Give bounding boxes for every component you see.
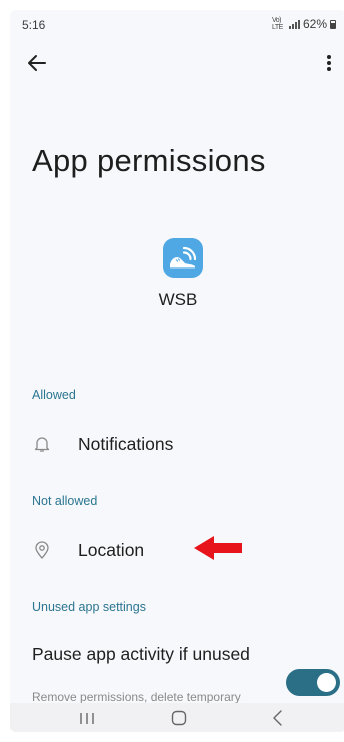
shoe-wifi-icon (170, 246, 197, 269)
arrow-left-icon (28, 55, 46, 71)
nav-home-button[interactable] (164, 707, 194, 729)
bell-icon (34, 437, 50, 452)
section-header-unused: Unused app settings (32, 600, 146, 614)
pause-activity-title: Pause app activity if unused (32, 644, 250, 664)
top-app-bar (10, 46, 344, 78)
home-icon (171, 710, 187, 726)
recents-icon (80, 713, 94, 724)
permission-row-location[interactable]: Location (10, 528, 344, 572)
page-title: App permissions (32, 143, 266, 178)
nav-recents-button[interactable] (72, 707, 102, 729)
app-icon (163, 238, 203, 278)
status-bar: 5:16 Vo) LTE 62% (10, 10, 344, 38)
signal-icon (288, 19, 300, 29)
section-header-not-allowed: Not allowed (32, 494, 98, 508)
permission-label: Location (78, 540, 145, 560)
app-name: WSB (158, 290, 198, 309)
pause-activity-subtitle: Remove permissions, delete temporary (32, 690, 241, 704)
phone-screen: 5:16 Vo) LTE 62% App permissions WSB All… (10, 10, 344, 732)
more-options-button[interactable] (318, 50, 340, 76)
status-indicators: Vo) LTE 62% (272, 17, 336, 31)
nav-back-button[interactable] (263, 707, 293, 729)
permission-row-notifications[interactable]: Notifications (10, 422, 344, 466)
toggle-knob (317, 673, 336, 692)
status-time: 5:16 (22, 18, 46, 32)
volte-indicator: Vo) LTE (271, 17, 283, 31)
nav-back-icon (273, 710, 282, 726)
more-vert-icon (327, 55, 331, 71)
section-header-allowed: Allowed (32, 388, 76, 402)
navigation-bar (10, 703, 344, 732)
location-pin-icon (35, 541, 49, 559)
pause-activity-toggle[interactable] (286, 669, 340, 696)
red-arrow-annotation (194, 536, 242, 560)
back-button[interactable] (24, 50, 50, 76)
battery-icon (330, 19, 336, 29)
battery-percent: 62% (302, 17, 327, 31)
permission-label: Notifications (78, 434, 174, 454)
